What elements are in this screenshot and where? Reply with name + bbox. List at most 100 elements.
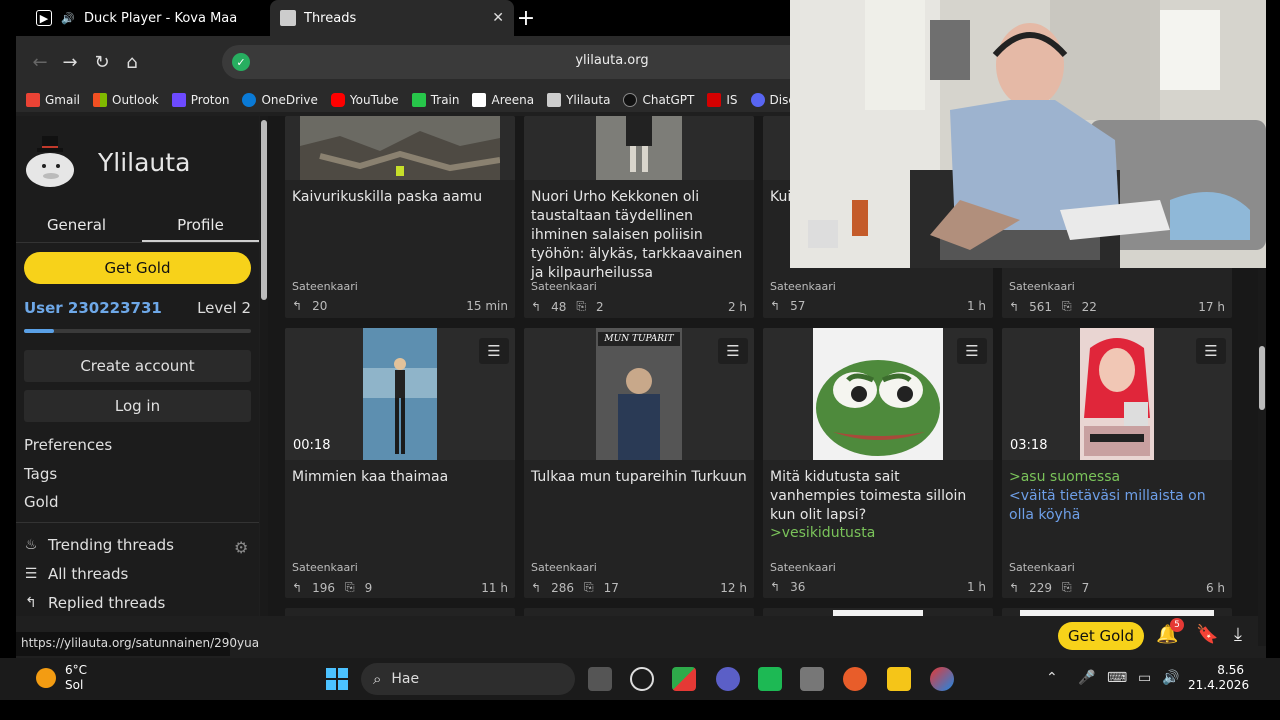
username[interactable]: User 230223731	[24, 299, 162, 317]
thread-bluetext[interactable]: <väitä tietäväsi millaista on olla köyhä	[1009, 487, 1225, 525]
bookmark-areena[interactable]: Areena	[472, 93, 534, 107]
back-button[interactable]: ←	[28, 50, 52, 74]
tab-duck-player[interactable]: ▶ 🔊 Duck Player - Kova Maa	[36, 0, 280, 36]
app-icon[interactable]	[758, 667, 782, 691]
close-tab-icon[interactable]: ✕	[492, 10, 504, 26]
microphone-icon[interactable]: 🎤	[1078, 670, 1095, 686]
weather-widget[interactable]: 6°C Sol	[65, 663, 87, 693]
replied-threads-link[interactable]: ↰ Replied threads	[22, 594, 165, 612]
thread-age: 2 h	[727, 299, 747, 314]
bookmark-youtube[interactable]: YouTube	[330, 93, 399, 107]
new-tab-button[interactable]: +	[512, 4, 540, 32]
thread-title[interactable]: Kaivurikuskilla paska aamu	[292, 188, 508, 207]
get-gold-button[interactable]: Get Gold	[24, 252, 251, 284]
speaker-icon[interactable]: 🔊	[60, 10, 76, 26]
app-icon[interactable]	[716, 667, 740, 691]
thread-menu-button[interactable]: ☰	[718, 338, 748, 364]
thread-title[interactable]: Mitä kidutusta sait vanhempies toimesta …	[770, 468, 986, 525]
bookmark-is[interactable]: IS	[707, 93, 738, 107]
thread-thumbnail[interactable]	[285, 116, 515, 180]
tab-profile[interactable]: Profile	[140, 216, 259, 234]
image-icon: ⎘	[1061, 580, 1072, 594]
trending-threads-link[interactable]: ♨ Trending threads	[22, 536, 174, 554]
volume-icon[interactable]: 🔊	[1162, 670, 1179, 686]
gold-link[interactable]: Gold	[24, 493, 59, 511]
duckduckgo-browser-icon[interactable]	[843, 667, 867, 691]
tab-general[interactable]: General	[16, 216, 137, 234]
thread-card[interactable]	[285, 608, 515, 616]
thread-menu-button[interactable]: ☰	[1196, 338, 1226, 364]
forward-button[interactable]: →	[58, 50, 82, 74]
chevron-up-icon[interactable]: ⌃	[1046, 670, 1058, 686]
thread-thumbnail[interactable]: ☰ 00:18	[285, 328, 515, 460]
clock[interactable]: 8.56 21.4.2026	[1188, 663, 1249, 693]
scrollbar-thumb[interactable]	[1259, 346, 1265, 410]
scrollbar-thumb[interactable]	[261, 120, 267, 300]
tab-threads[interactable]: Threads ✕	[270, 0, 514, 36]
bookmark-icon[interactable]: 🔖	[1196, 624, 1218, 645]
bookmark-chatgpt[interactable]: ChatGPT	[623, 93, 694, 107]
bookmark-gmail[interactable]: Gmail	[26, 93, 80, 107]
thread-card[interactable]	[1002, 608, 1232, 616]
preferences-link[interactable]: Preferences	[24, 436, 112, 454]
thread-card[interactable]	[524, 608, 754, 616]
image-icon: ⎘	[583, 580, 594, 594]
image-count: 2	[595, 299, 604, 314]
calculator-icon[interactable]	[800, 667, 824, 691]
thread-title[interactable]: Tulkaa mun tupareihin Turkuun	[531, 468, 747, 487]
ylilauta-favicon-icon	[280, 10, 296, 26]
image-icon: ⎘	[576, 299, 586, 313]
bookmark-train[interactable]: Train	[411, 93, 459, 107]
thread-card[interactable]: Kaivurikuskilla paska aamu Sateenkaari ↰…	[285, 116, 515, 318]
thread-menu-button[interactable]: ☰	[957, 338, 987, 364]
poster-face	[626, 368, 652, 394]
task-view-icon[interactable]	[588, 667, 612, 691]
bookmark-ylilauta[interactable]: Ylilauta	[547, 93, 610, 107]
thread-card[interactable]: ☰ 00:18 Mimmien kaa thaimaa Sateenkaari …	[285, 328, 515, 598]
taskbar-search[interactable]: ⌕ Hae	[361, 663, 575, 695]
keyboard-icon[interactable]: ⌨	[1107, 670, 1127, 686]
reload-button[interactable]: ↻	[90, 50, 114, 74]
thread-thumbnail[interactable]: ☰	[763, 328, 993, 460]
thread-card[interactable]: ☰ 03:18 >asu suomessa <väitä tietäväsi m…	[1002, 328, 1232, 598]
video-icon: ▶	[36, 10, 52, 26]
thread-card[interactable]: Nuori Urho Kekkonen oli taustaltaan täyd…	[524, 116, 754, 318]
app-icon[interactable]	[930, 667, 954, 691]
gear-icon[interactable]: ⚙	[234, 538, 248, 557]
chatgpt-app-icon[interactable]	[630, 667, 654, 691]
create-account-button[interactable]: Create account	[24, 350, 251, 382]
sidebar-scrollbar[interactable]	[260, 116, 268, 616]
file-explorer-icon[interactable]	[887, 667, 911, 691]
get-gold-pill-button[interactable]: Get Gold	[1058, 622, 1144, 650]
reply-icon: ↰	[25, 595, 37, 611]
windows-start-icon[interactable]	[326, 668, 348, 690]
thread-menu-button[interactable]: ☰	[479, 338, 509, 364]
ylilauta-logo[interactable]	[22, 130, 84, 192]
thread-thumbnail[interactable]	[524, 116, 754, 180]
home-button[interactable]: ⌂	[120, 50, 144, 74]
tags-link[interactable]: Tags	[24, 465, 57, 483]
thread-author: Sateenkaari	[1009, 561, 1075, 574]
thread-title[interactable]: Nuori Urho Kekkonen oli taustaltaan täyd…	[531, 188, 747, 283]
thread-title[interactable]: Mimmien kaa thaimaa	[292, 468, 508, 487]
bookmark-onedrive[interactable]: OneDrive	[242, 93, 318, 107]
app-icon[interactable]	[672, 667, 696, 691]
thread-card[interactable]: MUN TUPARIT ☰ Tulkaa mun tupareihin Turk…	[524, 328, 754, 598]
bookmark-proton[interactable]: Proton	[171, 93, 229, 107]
all-threads-link[interactable]: ☰ All threads	[22, 565, 129, 583]
xp-progress-bar	[24, 329, 251, 333]
bookmark-outlook[interactable]: Outlook	[93, 93, 159, 107]
log-in-button[interactable]: Log in	[24, 390, 251, 422]
sun-icon[interactable]	[36, 668, 56, 688]
site-name[interactable]: Ylilauta	[98, 148, 190, 177]
thread-thumbnail[interactable]	[833, 610, 923, 616]
thread-card[interactable]	[763, 608, 993, 616]
thread-greentext[interactable]: >asu suomessa	[1009, 468, 1225, 487]
download-icon[interactable]: ⤓	[1234, 624, 1242, 645]
network-icon[interactable]: ▭	[1138, 670, 1151, 686]
thread-card[interactable]: ☰ Mitä kidutusta sait vanhempies toimest…	[763, 328, 993, 598]
reply-count: 561	[1029, 299, 1052, 314]
thread-thumbnail[interactable]: MUN TUPARIT ☰	[524, 328, 754, 460]
thread-thumbnail[interactable]: ☰ 03:18	[1002, 328, 1232, 460]
reply-icon: ↰	[531, 299, 542, 314]
